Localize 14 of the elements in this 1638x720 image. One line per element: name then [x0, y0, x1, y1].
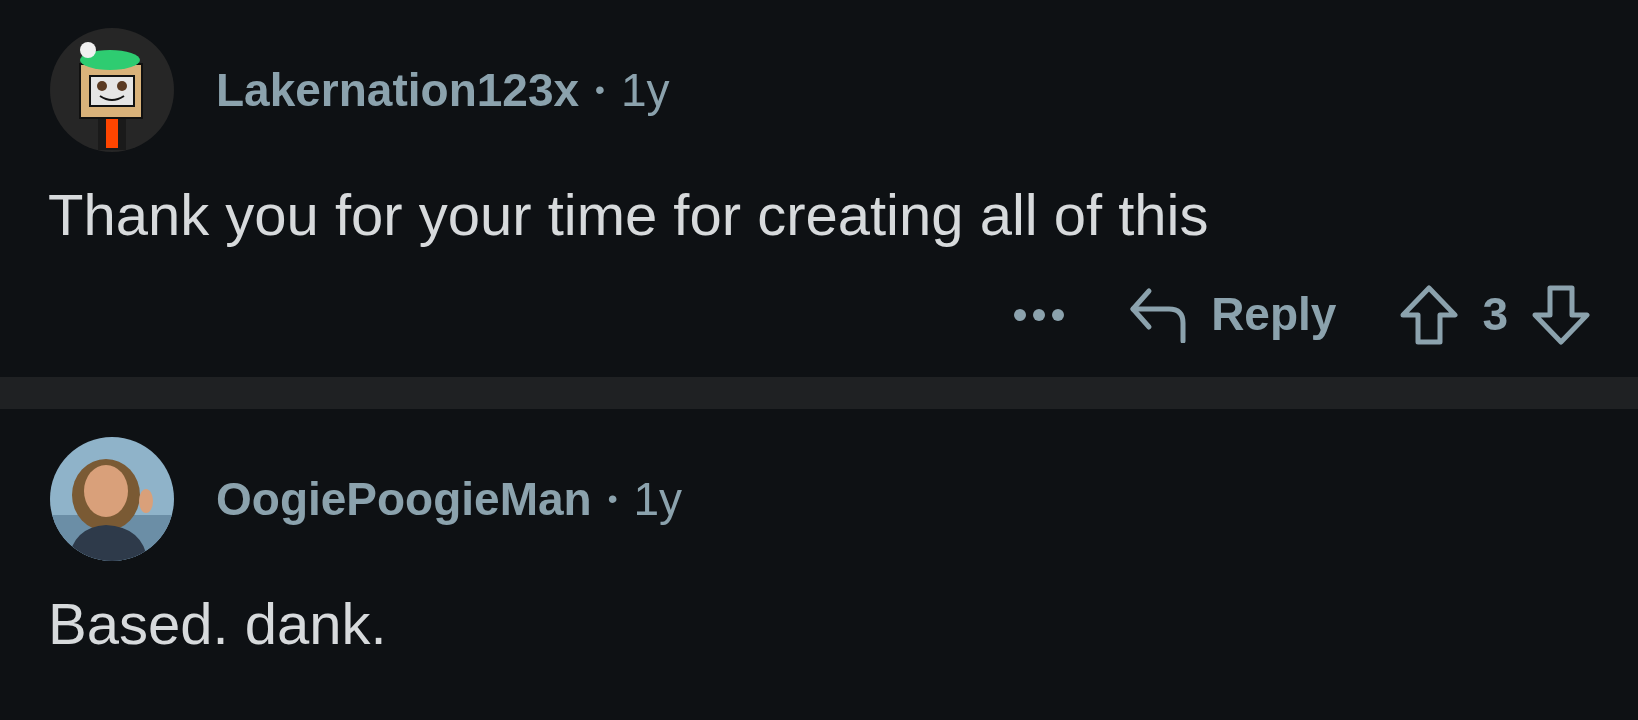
- avatar-icon[interactable]: [48, 26, 176, 154]
- more-options-icon[interactable]: [1013, 307, 1066, 322]
- comment-age: 1y: [620, 62, 670, 118]
- comment-age: 1y: [633, 471, 683, 527]
- upvote-icon[interactable]: [1400, 284, 1459, 345]
- username[interactable]: OogiePoogieMan: [216, 464, 592, 534]
- reply-button[interactable]: Reply: [1129, 280, 1337, 349]
- separator-dot: •: [607, 482, 618, 516]
- separator-dot: •: [595, 73, 605, 107]
- downvote-icon[interactable]: [1532, 284, 1590, 345]
- vote-score: 3: [1482, 287, 1508, 342]
- comment-text: Thank you for your time for creating all of this: [48, 181, 1210, 249]
- comment-text: Based. dank.: [48, 590, 388, 658]
- username[interactable]: Lakernation123x: [216, 55, 580, 125]
